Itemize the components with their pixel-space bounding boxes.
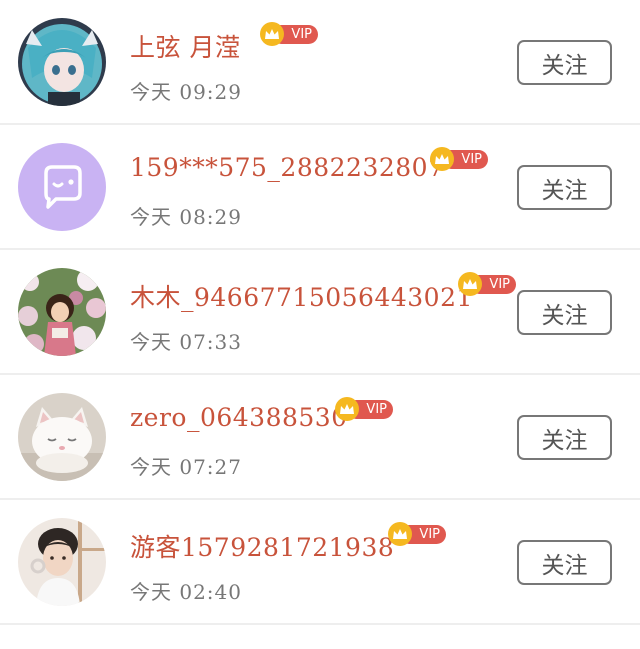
young-man-avatar[interactable] — [18, 518, 106, 606]
username[interactable]: zero_064388530 — [130, 403, 348, 432]
follow-button[interactable]: 关注 — [517, 40, 612, 85]
timestamp: 今天 08:29 — [130, 205, 242, 229]
timestamp: 今天 07:27 — [130, 455, 242, 479]
crown-icon — [388, 522, 412, 546]
user-row[interactable]: 木木_94667715056443021 VIP 今天 07:33 关注 — [0, 250, 640, 375]
white-cat-avatar-image — [18, 393, 106, 481]
user-row[interactable]: 上弦 月滢 VIP 今天 09:29 关注 — [0, 0, 640, 125]
timestamp: 今天 02:40 — [130, 580, 242, 604]
young-man-avatar-image — [18, 518, 106, 606]
username[interactable]: 游客1579281721938 — [130, 528, 394, 564]
timestamp: 今天 09:29 — [130, 80, 242, 104]
default-chat-avatar[interactable] — [18, 143, 106, 231]
crown-icon — [335, 397, 359, 421]
flower-girl-avatar-image — [18, 268, 106, 356]
crown-icon — [458, 272, 482, 296]
timestamp: 今天 07:33 — [130, 330, 242, 354]
user-row[interactable]: 159***575_2882232807 VIP 今天 08:29 关注 — [0, 125, 640, 250]
vip-badge: VIP — [335, 397, 393, 421]
user-list: 上弦 月滢 VIP 今天 09:29 关注 159***575_28822328… — [0, 0, 640, 625]
white-cat-avatar[interactable] — [18, 393, 106, 481]
crown-icon — [260, 22, 284, 46]
user-row[interactable]: zero_064388530 VIP 今天 07:27 关注 — [0, 375, 640, 500]
flower-girl-avatar[interactable] — [18, 268, 106, 356]
username[interactable]: 木木_94667715056443021 — [130, 278, 473, 314]
follow-button[interactable]: 关注 — [517, 540, 612, 585]
vip-badge: VIP — [260, 22, 318, 46]
username[interactable]: 159***575_2882232807 — [130, 153, 445, 182]
anime-girl-avatar-image — [18, 18, 106, 106]
user-row[interactable]: 游客1579281721938 VIP 今天 02:40 关注 — [0, 500, 640, 625]
crown-icon — [430, 147, 454, 171]
follow-button[interactable]: 关注 — [517, 290, 612, 335]
vip-badge: VIP — [458, 272, 516, 296]
vip-badge: VIP — [430, 147, 488, 171]
anime-girl-avatar[interactable] — [18, 18, 106, 106]
follow-button[interactable]: 关注 — [517, 415, 612, 460]
chat-bubble-icon — [18, 143, 106, 231]
vip-badge: VIP — [388, 522, 446, 546]
follow-button[interactable]: 关注 — [517, 165, 612, 210]
username[interactable]: 上弦 月滢 — [130, 28, 240, 64]
